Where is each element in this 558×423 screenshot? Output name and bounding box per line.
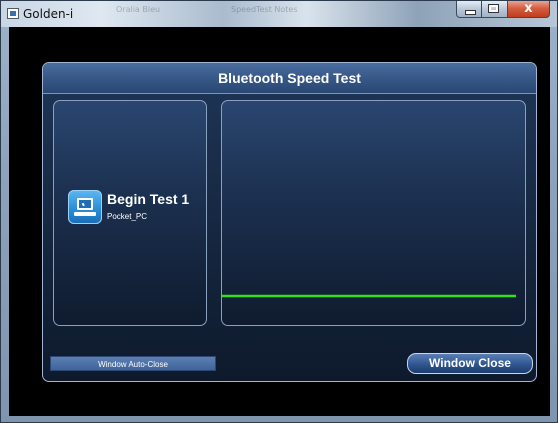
- minimize-button[interactable]: [456, 1, 482, 18]
- speed-graph: [222, 294, 516, 298]
- speed-test-dialog: Bluetooth Speed Test Begin Test 1 Pocket…: [42, 62, 537, 382]
- minimize-icon: [465, 10, 476, 15]
- maximize-icon: [488, 4, 499, 13]
- dialog-title: Bluetooth Speed Test: [218, 70, 361, 86]
- client-area: Bluetooth Speed Test Begin Test 1 Pocket…: [9, 27, 550, 416]
- window-close-button[interactable]: Window Close: [407, 353, 533, 374]
- title-bar[interactable]: Golden-i Oralia Bleu SpeedTest Notes x: [1, 1, 557, 27]
- maximize-button[interactable]: [482, 1, 508, 18]
- app-icon: [7, 8, 19, 19]
- laptop-base-icon: [74, 212, 96, 216]
- background-window-text: SpeedTest Notes: [231, 5, 298, 14]
- close-icon: x: [524, 1, 533, 16]
- laptop-device-icon[interactable]: [68, 190, 102, 224]
- background-window-text: Oralia Bleu: [116, 5, 161, 14]
- close-window-button[interactable]: x: [508, 1, 550, 18]
- laptop-screen-icon: [77, 198, 93, 210]
- dialog-header: Bluetooth Speed Test: [43, 63, 536, 94]
- speed-graph-panel: [221, 100, 526, 326]
- device-panel: Begin Test 1 Pocket_PC: [53, 100, 207, 326]
- window-title: Golden-i: [23, 7, 74, 21]
- begin-test-label[interactable]: Begin Test 1: [107, 191, 189, 207]
- caption-buttons: x: [456, 1, 550, 19]
- auto-close-bar[interactable]: Window Auto-Close: [50, 356, 216, 371]
- device-name: Pocket_PC: [107, 212, 148, 221]
- app-window: Golden-i Oralia Bleu SpeedTest Notes x B…: [0, 0, 558, 423]
